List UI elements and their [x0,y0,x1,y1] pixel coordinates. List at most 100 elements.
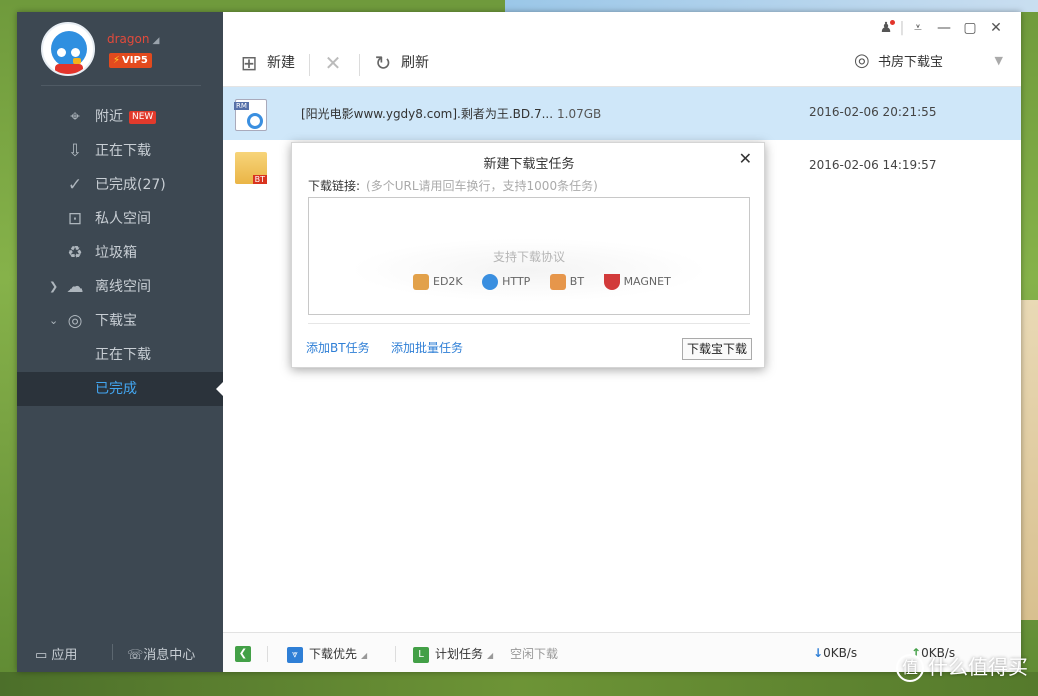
caret-icon: ◢ [361,651,368,660]
submit-download-button[interactable]: 下载宝下载 [681,338,752,360]
sidebar-subitem-completed[interactable]: 已完成 [17,372,223,406]
protocol-list: ED2K HTTP BT MAGNET [413,274,687,290]
bt-icon [549,274,566,290]
background-grass [0,672,1038,696]
sidebar-item-label: 正在下载 [95,143,151,159]
avatar-bird-icon [51,31,87,67]
back-icon[interactable]: ❮ [235,646,251,662]
avatar[interactable] [41,22,95,76]
add-bt-task-link[interactable]: 添加BT任务 [306,339,370,356]
divider [308,323,750,324]
close-icon[interactable]: ✕ [739,149,752,168]
chat-icon: ☏ [127,648,144,663]
bt-folder-icon: BT [235,152,267,184]
watermark: 值什么值得买 [896,651,1028,682]
chevron-down-icon[interactable]: ⌄ [49,304,58,338]
sidebar-item-trash[interactable]: ♻ 垃圾箱 [17,236,223,270]
caret-icon: ◢ [487,651,494,660]
new-file-icon: ⊞ [240,51,258,75]
divider [359,54,360,76]
priority-icon: ⩔ [287,646,303,663]
maximize-icon[interactable]: ▢ [957,20,983,36]
video-file-icon: RM [234,99,267,131]
sidebar-item-offline[interactable]: ❯ ☁ 离线空间 [17,270,223,304]
message-center-button[interactable]: ☏消息中心 [127,644,195,663]
close-icon[interactable]: ✕ [983,20,1009,36]
sidebar-item-label: 下载宝 [95,313,137,329]
cloud-download-icon: ☁ [66,277,84,297]
ed2k-icon [413,274,429,290]
file-time: 2016-02-06 20:21:55 [809,105,937,119]
sidebar-item-label: 已完成(27) [95,177,166,193]
toolbar: ⊞ 新建 ✕ ↻ 刷新 ◎ 书房下载宝 ▼ [223,48,1021,86]
apps-icon: ▭ [35,648,52,663]
download-priority-button[interactable]: ⩔ 下载优先 ◢ [287,645,367,663]
file-size: 1.07GB [557,107,602,121]
sidebar-nav: ⌖ 附近 NEW ⇩ 正在下载 ✓ 已完成(27) ⊡ 私人空间 ♻ 垃圾箱 ❯ … [17,100,223,406]
caret-down-icon: ◢ [152,36,160,46]
divider [41,85,201,86]
trash-icon: ♻ [67,243,83,263]
sidebar-footer: ▭ 应用 ☏消息中心 [17,632,223,672]
divider [395,646,396,662]
refresh-button[interactable]: ↻ 刷新 [371,48,429,78]
new-task-button[interactable]: ⊞ 新建 [237,48,295,78]
schedule-icon: L [413,646,429,663]
idle-download-button[interactable]: 空闲下载 [510,645,558,662]
chevron-down-icon[interactable]: ▼ [995,54,1003,67]
new-badge: NEW [129,110,157,124]
magnet-icon [603,274,620,290]
sidebar-subitem-downloading[interactable]: 正在下载 [17,338,223,372]
skin-icon[interactable]: ♟ [873,20,899,36]
username[interactable]: dragon ◢ [107,32,159,46]
divider [309,54,310,76]
lightning-icon: ⚡ [113,55,121,66]
sidebar-item-label: 离线空间 [95,279,151,295]
menu-icon[interactable]: ⩡ [905,20,931,36]
app-window: dragon ◢ ⚡ VIP5 ⌖ 附近 NEW ⇩ 正在下载 ✓ 已完成(27) ⊡… [17,12,1021,672]
check-circle-icon: ✓ [67,175,83,195]
sidebar-item-completed[interactable]: ✓ 已完成(27) [17,168,223,202]
http-icon [482,274,499,290]
sidebar-item-private[interactable]: ⊡ 私人空间 [17,202,223,236]
sidebar-item-downloading[interactable]: ⇩ 正在下载 [17,134,223,168]
new-task-dialog: 新建下载宝任务 ✕ 下载链接: (多个URL请用回车换行，支持1000条任务) 支… [291,142,765,368]
device-selector[interactable]: ◎ 书房下载宝 [854,50,943,71]
watermark-logo-icon: 值 [896,654,924,682]
add-batch-task-link[interactable]: 添加批量任务 [391,339,463,356]
sidebar-item-nearby[interactable]: ⌖ 附近 NEW [17,100,223,134]
arrow-down-icon: ↓ [813,646,824,660]
background-sky [505,0,1038,12]
divider [112,644,113,660]
minimize-icon[interactable]: — [931,20,957,36]
protocol-ed2k: ED2K [413,274,463,290]
sidebar-item-label: 附近 [95,109,123,125]
sidebar-item-label: 垃圾箱 [95,245,137,261]
protocol-http: HTTP [482,274,530,290]
table-row[interactable]: RM [阳光电影www.ygdy8.com].剩者为王.BD.7... 1.07G… [223,87,1021,140]
divider [267,646,268,662]
dialog-title: 新建下载宝任务 [483,157,575,172]
delete-button[interactable]: ✕ [321,48,351,78]
sidebar-item-label: 私人空间 [95,211,151,227]
sidebar: dragon ◢ ⚡ VIP5 ⌖ 附近 NEW ⇩ 正在下载 ✓ 已完成(27) ⊡… [17,12,223,672]
sidebar-item-download-box[interactable]: ⌄ ◎ 下载宝 [17,304,223,338]
file-name: [阳光电影www.ygdy8.com].剩者为王.BD.7... 1.07GB [301,107,602,121]
location-pin-icon: ⌖ [70,107,80,127]
sidebar-item-label: 正在下载 [95,347,151,363]
sidebar-item-label: 已完成 [95,381,137,397]
link-hint: (多个URL请用回车换行，支持1000条任务) [366,179,598,193]
delete-x-icon: ✕ [324,51,342,75]
vip-badge[interactable]: ⚡ VIP5 [109,53,152,68]
download-box-icon: ◎ [67,311,83,331]
chevron-right-icon[interactable]: ❯ [49,270,58,304]
schedule-task-button[interactable]: L 计划任务 ◢ [413,645,493,663]
apps-button[interactable]: ▭ 应用 [35,644,77,663]
file-time: 2016-02-06 14:19:57 [809,158,937,172]
download-box-icon: ◎ [853,50,870,71]
support-label: 支持下载协议 [492,250,565,264]
protocol-magnet: MAGNET [603,274,671,290]
protocol-bt: BT [549,274,584,290]
url-input[interactable]: 支持下载协议 ED2K HTTP BT MAGNET [308,197,750,315]
refresh-icon: ↻ [374,51,392,75]
